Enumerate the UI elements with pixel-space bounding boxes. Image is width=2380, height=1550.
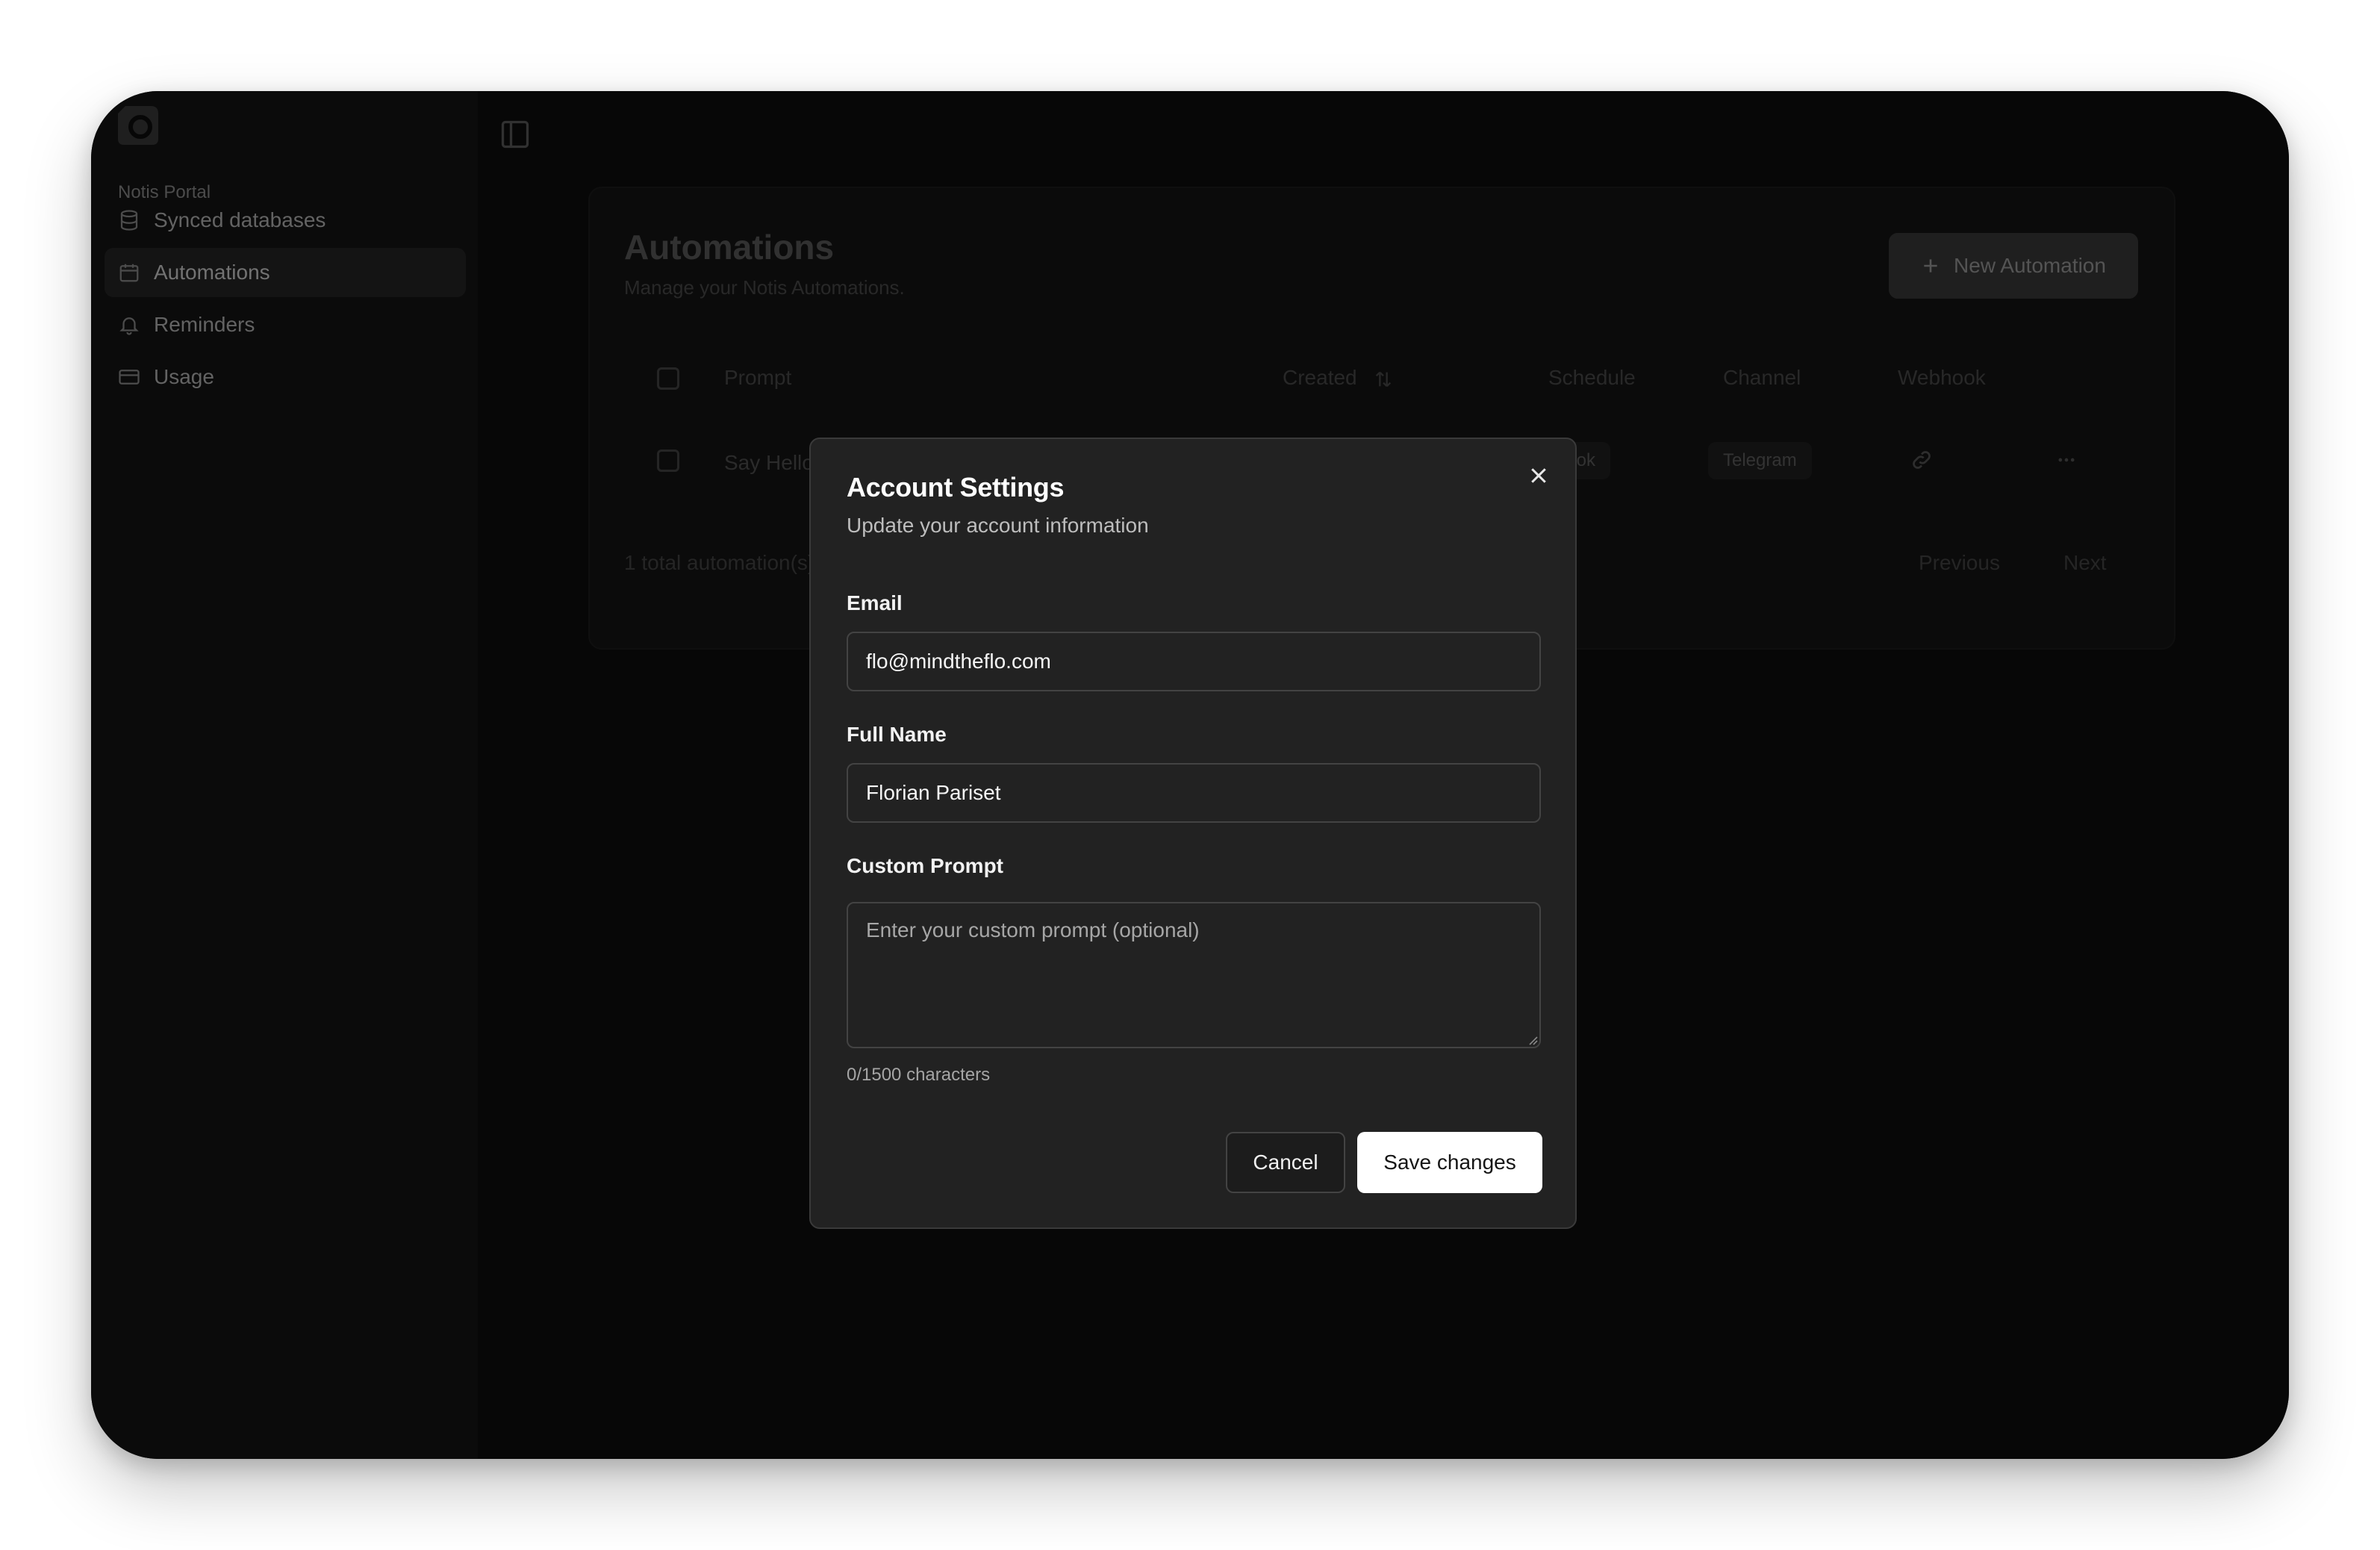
resize-grip-icon[interactable]: [1527, 1035, 1538, 1045]
char-count: 0/1500 characters: [847, 1065, 991, 1085]
custom-prompt-textarea[interactable]: [847, 902, 1541, 1048]
save-changes-button[interactable]: Save changes: [1357, 1132, 1542, 1193]
cancel-button[interactable]: Cancel: [1226, 1132, 1345, 1193]
account-settings-dialog: Account Settings Update your account inf…: [809, 438, 1577, 1229]
dialog-subtitle: Update your account information: [847, 514, 1149, 537]
full-name-field[interactable]: [847, 763, 1541, 823]
close-icon[interactable]: [1527, 464, 1550, 487]
email-field[interactable]: [847, 632, 1541, 691]
email-label: Email: [847, 591, 903, 614]
dialog-title: Account Settings: [847, 472, 1065, 502]
full-name-label: Full Name: [847, 723, 947, 746]
custom-prompt-label: Custom Prompt: [847, 854, 1003, 877]
app-window: Notis Portal Synced databases Automation…: [91, 91, 2289, 1459]
